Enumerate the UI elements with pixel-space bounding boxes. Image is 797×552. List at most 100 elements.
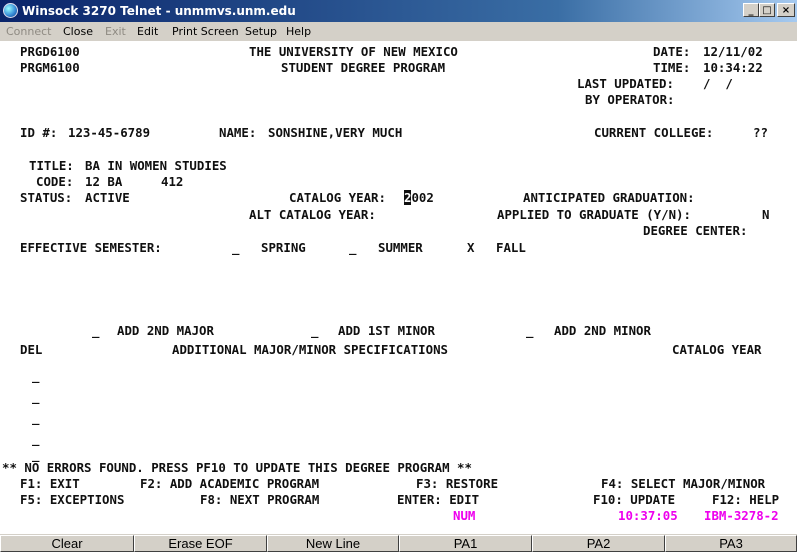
status-value: ACTIVE <box>85 190 130 205</box>
column-header-specifications: ADDITIONAL MAJOR/MINOR SPECIFICATIONS <box>172 342 449 357</box>
catalog-year-value: 002 <box>411 190 434 205</box>
screen-row: LAST UPDATED: / / <box>0 76 797 92</box>
add-2nd-minor-label: ADD 2ND MINOR <box>554 323 651 338</box>
window-titlebar[interactable]: Winsock 3270 Telnet - unmmvs.unm.edu _ □… <box>0 0 797 22</box>
pf1-label: F1: EXIT <box>20 476 80 491</box>
semester-summer-label: SUMMER <box>378 240 423 255</box>
applied-to-graduate-value[interactable]: N <box>762 207 769 223</box>
last-updated-value[interactable]: / / <box>703 76 733 92</box>
screen-row: ID #: 123-45-6789 NAME: SONSHINE,VERY MU… <box>0 125 797 141</box>
pf2-label: F2: ADD ACADEMIC PROGRAM <box>140 476 320 491</box>
screen-row: PRGM6100 STUDENT DEGREE PROGRAM TIME: 10… <box>0 60 797 76</box>
screen-row: CODE: 12 BA 412 <box>0 174 797 190</box>
del-field[interactable]: _ <box>32 410 39 426</box>
menu-connect[interactable]: Connect <box>6 25 51 38</box>
last-updated-label: LAST UPDATED: <box>577 76 674 91</box>
date-value: 12/11/02 <box>703 44 763 59</box>
name-value: SONSHINE,VERY MUCH <box>268 125 403 140</box>
new-line-button[interactable]: New Line <box>267 535 399 552</box>
erase-eof-button[interactable]: Erase EOF <box>134 535 267 552</box>
alt-catalog-year-label: ALT CATALOG YEAR: <box>249 207 376 222</box>
title-value: BA IN WOMEN STUDIES <box>85 158 227 173</box>
add-1st-minor-checkbox[interactable]: _ <box>311 323 318 339</box>
time-label: TIME: <box>653 60 691 75</box>
pf10-label: F10: UPDATE <box>593 492 676 507</box>
table-row: _ <box>0 431 797 447</box>
table-row: _ <box>0 389 797 405</box>
anticipated-graduation-label: ANTICIPATED GRADUATION: <box>523 190 695 205</box>
enter-label: ENTER: EDIT <box>397 492 480 507</box>
screen-row: STATUS: ACTIVE CATALOG YEAR: 2002 ANTICI… <box>0 190 797 206</box>
code-value: 12 BA <box>85 174 123 189</box>
menu-setup[interactable]: Setup <box>245 25 277 38</box>
pf5-label: F5: EXCEPTIONS <box>20 492 125 507</box>
del-field[interactable]: _ <box>32 389 39 405</box>
program-id-2: PRGM6100 <box>20 60 80 75</box>
message-line: ** NO ERRORS FOUND. PRESS PF10 TO UPDATE… <box>0 460 797 476</box>
catalog-year-label: CATALOG YEAR: <box>289 190 386 205</box>
screen-row: ALT CATALOG YEAR: APPLIED TO GRADUATE (Y… <box>0 207 797 223</box>
terminal-screen[interactable]: PRGD6100 THE UNIVERSITY OF NEW MEXICO DA… <box>0 41 797 524</box>
table-header: DEL ADDITIONAL MAJOR/MINOR SPECIFICATION… <box>0 342 797 358</box>
menu-help[interactable]: Help <box>286 25 311 38</box>
pa3-button[interactable]: PA3 <box>665 535 797 552</box>
menu-edit[interactable]: Edit <box>137 25 158 38</box>
program-id-1: PRGD6100 <box>20 44 80 59</box>
semester-spring-label: SPRING <box>261 240 306 255</box>
status-label: STATUS: <box>20 190 73 205</box>
clear-button[interactable]: Clear <box>0 535 134 552</box>
add-2nd-minor-checkbox[interactable]: _ <box>526 323 533 339</box>
menu-bar: Connect Close Exit Edit Print Screen Set… <box>0 22 797 42</box>
screen-row: TITLE: BA IN WOMEN STUDIES <box>0 158 797 174</box>
pf-key-row: F1: EXIT F2: ADD ACADEMIC PROGRAM F3: RE… <box>0 476 797 492</box>
column-header-catalog-year: CATALOG YEAR <box>672 342 762 357</box>
degree-center-label: DEGREE CENTER: <box>643 223 748 238</box>
pf12-label: F12: HELP <box>712 492 780 507</box>
menu-exit[interactable]: Exit <box>105 25 126 38</box>
time-value: 10:34:22 <box>703 60 763 75</box>
screen-row: _ ADD 2ND MAJOR _ ADD 1ST MINOR _ ADD 2N… <box>0 323 797 339</box>
pf3-label: F3: RESTORE <box>416 476 499 491</box>
add-2nd-major-checkbox[interactable]: _ <box>92 323 99 339</box>
terminal-type: IBM-3278-2 <box>704 508 779 523</box>
title-label: TITLE: <box>29 158 74 173</box>
semester-summer-checkbox[interactable]: _ <box>349 240 356 256</box>
menu-close[interactable]: Close <box>63 25 93 38</box>
globe-icon[interactable] <box>3 3 18 18</box>
university-name: THE UNIVERSITY OF NEW MEXICO <box>249 44 458 59</box>
screen-row: EFFECTIVE SEMESTER: _ SPRING _ SUMMER X … <box>0 240 797 256</box>
current-college-value: ?? <box>753 125 768 140</box>
pa-key-bar: Clear Erase EOF New Line PA1 PA2 PA3 <box>0 534 797 552</box>
pf4-label: F4: SELECT MAJOR/MINOR <box>601 476 766 491</box>
effective-semester-label: EFFECTIVE SEMESTER: <box>20 240 162 255</box>
menu-print-screen[interactable]: Print Screen <box>172 25 239 38</box>
pf-key-row: F5: EXCEPTIONS F8: NEXT PROGRAM ENTER: E… <box>0 492 797 508</box>
table-row: _ <box>0 368 797 384</box>
screen-row: PRGD6100 THE UNIVERSITY OF NEW MEXICO DA… <box>0 44 797 60</box>
pa2-button[interactable]: PA2 <box>532 535 665 552</box>
applied-to-graduate-label: APPLIED TO GRADUATE (Y/N): <box>497 207 691 222</box>
id-value[interactable]: 123-45-6789 <box>68 125 150 141</box>
screen-row: BY OPERATOR: <box>0 92 797 108</box>
semester-spring-checkbox[interactable]: _ <box>232 240 239 256</box>
code-label: CODE: <box>36 174 74 189</box>
semester-fall-checkbox[interactable]: X <box>467 240 474 256</box>
del-field[interactable]: _ <box>32 368 39 384</box>
minimize-button[interactable]: _ <box>743 3 759 17</box>
status-message: ** NO ERRORS FOUND. PRESS PF10 TO UPDATE… <box>2 460 472 475</box>
del-field[interactable]: _ <box>32 431 39 447</box>
pa1-button[interactable]: PA1 <box>399 535 532 552</box>
by-operator-label: BY OPERATOR: <box>585 92 675 107</box>
add-1st-minor-label: ADD 1ST MINOR <box>338 323 435 338</box>
date-label: DATE: <box>653 44 691 59</box>
table-row: _ <box>0 410 797 426</box>
semester-fall-label: FALL <box>496 240 526 255</box>
num-indicator: NUM <box>453 508 476 523</box>
screen-row: DEGREE CENTER: <box>0 223 797 239</box>
program-name: STUDENT DEGREE PROGRAM <box>281 60 446 75</box>
window-title: Winsock 3270 Telnet - unmmvs.unm.edu <box>22 4 296 18</box>
close-button[interactable]: × <box>777 3 795 17</box>
catalog-year-field[interactable]: 2002 <box>404 190 434 206</box>
column-header-del: DEL <box>20 342 43 357</box>
maximize-button[interactable]: □ <box>759 3 775 17</box>
